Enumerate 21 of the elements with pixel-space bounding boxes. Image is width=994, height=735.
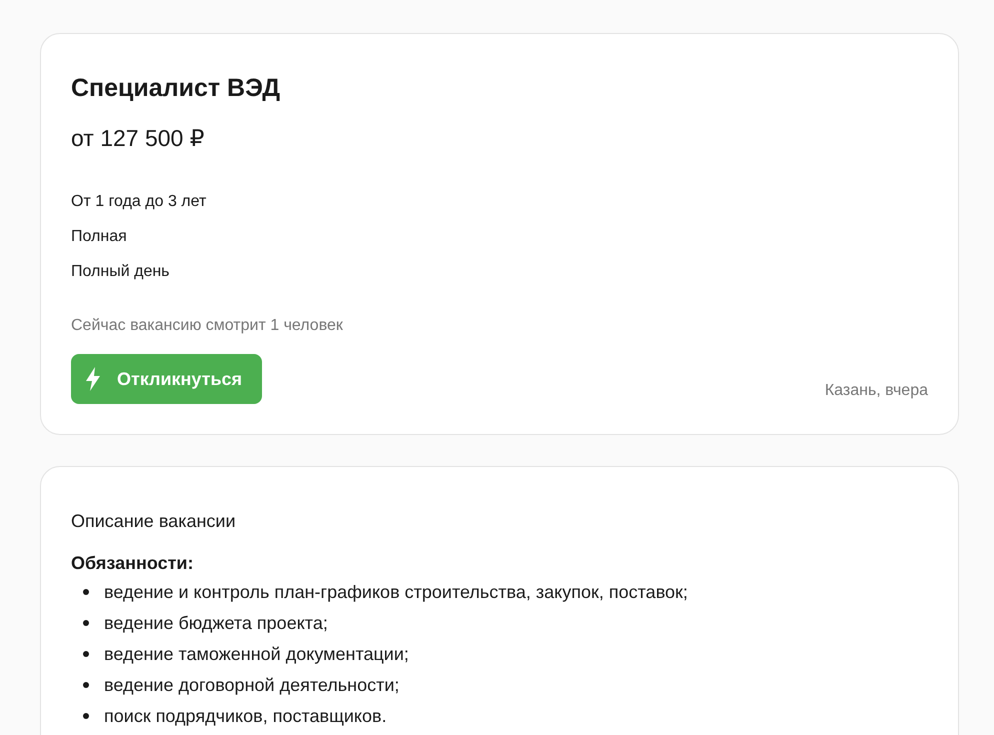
bullet-icon bbox=[83, 682, 89, 688]
detail-text: Полный день bbox=[71, 262, 171, 282]
bullet-icon bbox=[83, 651, 89, 657]
section-title: Обязанности: bbox=[71, 552, 194, 575]
bullet-icon bbox=[83, 620, 89, 626]
detail-text: Полная bbox=[71, 227, 128, 247]
list-item-text: ведение бюджета проекта; bbox=[104, 612, 328, 635]
list-item-text: ведение договорной деятельности; bbox=[104, 674, 400, 697]
list-item-text: ведение таможенной документации; bbox=[104, 643, 409, 666]
salary-text: от 127 500 ₽ bbox=[71, 124, 206, 153]
viewers-text: Сейчас вакансию смотрит 1 человек bbox=[71, 316, 344, 336]
list-item-text: ведение и контроль план-графиков строительства, закупок, поставок; bbox=[104, 581, 688, 604]
location-date-text: Казань, вчера bbox=[824, 382, 928, 400]
description-heading: Описание вакансии bbox=[71, 510, 237, 533]
bullet-icon bbox=[83, 713, 89, 719]
detail-text: От 1 года до 3 лет bbox=[71, 192, 208, 212]
list-item-text: поиск подрядчиков, поставщиков. bbox=[104, 705, 387, 728]
bullet-icon bbox=[83, 589, 89, 595]
apply-button[interactable]: Откликнуться bbox=[71, 354, 262, 404]
vacancy-title: Специалист ВЭД bbox=[71, 73, 282, 103]
lightning-icon bbox=[85, 367, 101, 391]
